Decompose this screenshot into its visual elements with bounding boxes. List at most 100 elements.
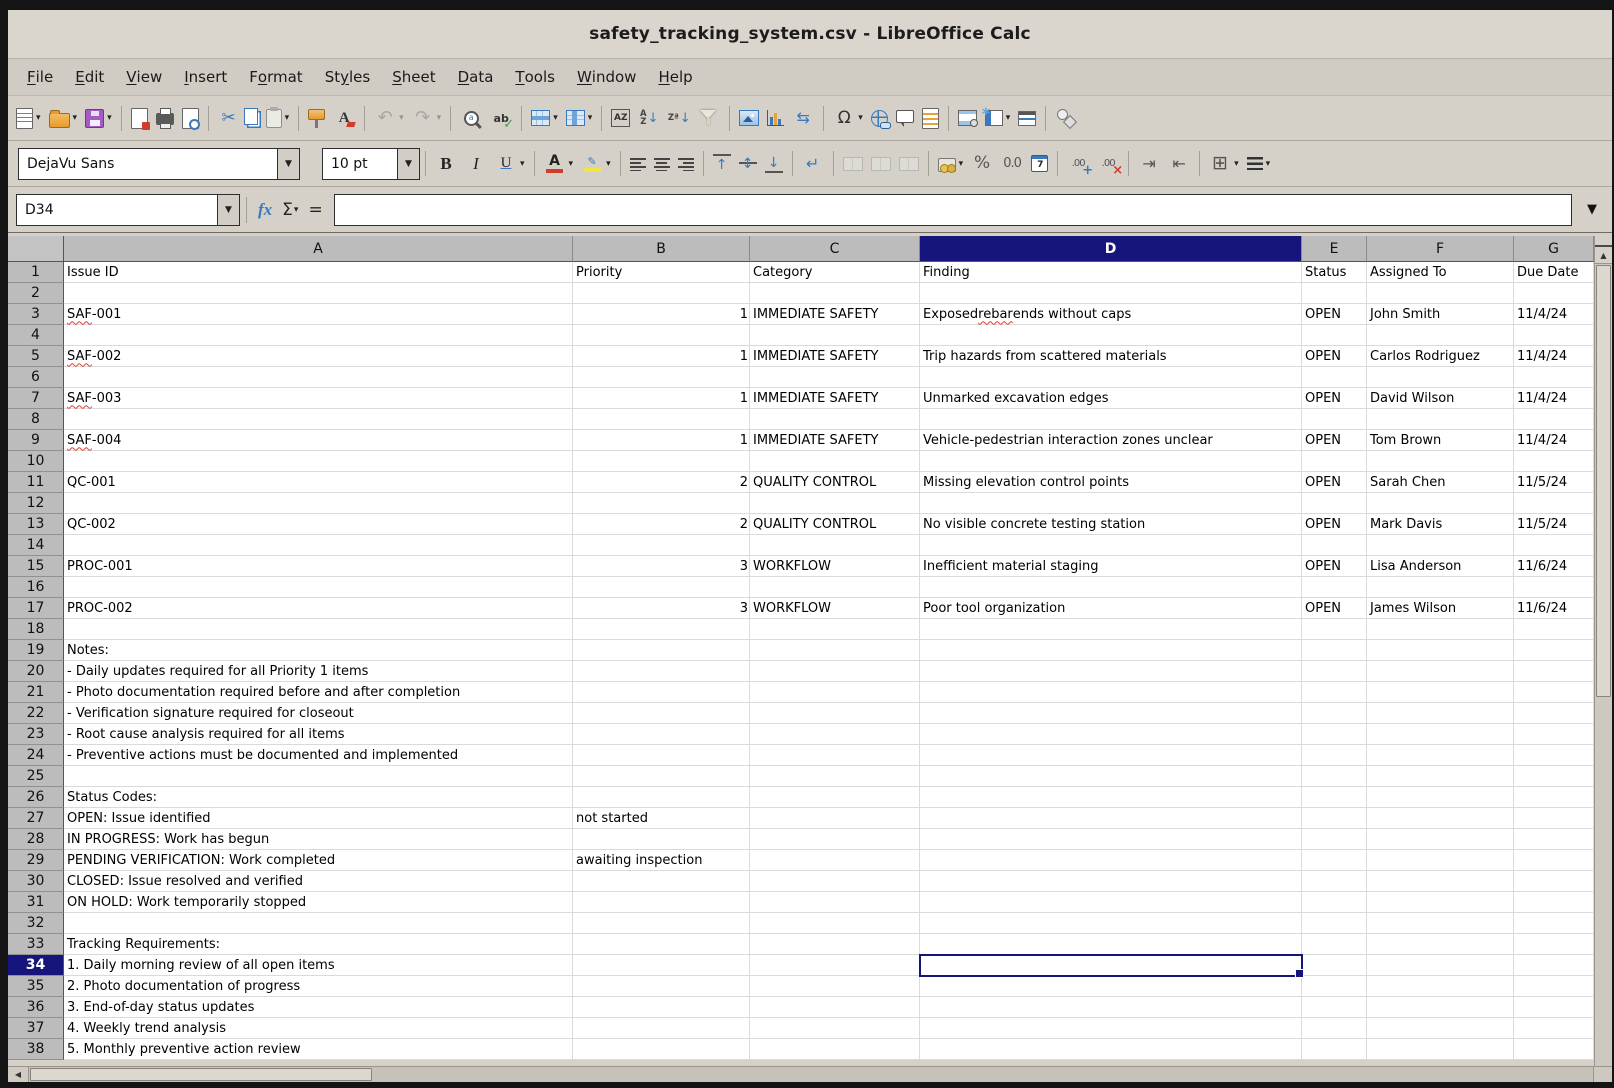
cell-A10[interactable]: [64, 451, 573, 472]
cut-button[interactable]: ✂: [214, 100, 244, 136]
cell-B4[interactable]: [573, 325, 750, 346]
cell-D36[interactable]: [920, 997, 1302, 1018]
cell-D26[interactable]: [920, 787, 1302, 808]
cell-A8[interactable]: [64, 409, 573, 430]
export-pdf-button[interactable]: [127, 100, 152, 136]
menu-insert[interactable]: Insert: [173, 59, 238, 95]
cell-C15[interactable]: WORKFLOW: [750, 556, 920, 577]
italic-button[interactable]: I: [461, 146, 491, 182]
cell-B17[interactable]: 3: [573, 598, 750, 619]
cell-F7[interactable]: David Wilson: [1367, 388, 1514, 409]
scroll-up-button[interactable]: ▲: [1595, 247, 1612, 264]
menu-tools[interactable]: Tools: [504, 59, 566, 95]
cell-E37[interactable]: [1302, 1018, 1367, 1039]
font-color-button[interactable]: A▾: [540, 146, 578, 182]
row-header-30[interactable]: 30: [8, 871, 64, 892]
cell-C1[interactable]: Category: [750, 262, 920, 283]
row-header-13[interactable]: 13: [8, 514, 64, 535]
dropdown-arrow-icon[interactable]: ▾: [73, 113, 78, 123]
v-scroll-thumb[interactable]: [1596, 265, 1611, 697]
cell-E14[interactable]: [1302, 535, 1367, 556]
cell-F19[interactable]: [1367, 640, 1514, 661]
cell-A19[interactable]: Notes:: [64, 640, 573, 661]
row-header-32[interactable]: 32: [8, 913, 64, 934]
cell-F9[interactable]: Tom Brown: [1367, 430, 1514, 451]
cell-C2[interactable]: [750, 283, 920, 304]
cell-E4[interactable]: [1302, 325, 1367, 346]
cell-B37[interactable]: [573, 1018, 750, 1039]
cell-F29[interactable]: [1367, 850, 1514, 871]
cell-G29[interactable]: [1514, 850, 1594, 871]
cell-A33[interactable]: Tracking Requirements:: [64, 934, 573, 955]
dropdown-arrow-icon[interactable]: ▾: [553, 113, 558, 123]
cell-C6[interactable]: [750, 367, 920, 388]
cell-B15[interactable]: 3: [573, 556, 750, 577]
cell-E36[interactable]: [1302, 997, 1367, 1018]
dropdown-arrow-icon[interactable]: ▾: [294, 205, 299, 215]
cell-A27[interactable]: OPEN: Issue identified: [64, 808, 573, 829]
menu-help[interactable]: Help: [647, 59, 703, 95]
row-header-24[interactable]: 24: [8, 745, 64, 766]
cell-G33[interactable]: [1514, 934, 1594, 955]
cell-E8[interactable]: [1302, 409, 1367, 430]
cell-F26[interactable]: [1367, 787, 1514, 808]
cell-B7[interactable]: 1: [573, 388, 750, 409]
cell-B38[interactable]: [573, 1039, 750, 1060]
cell-A36[interactable]: 3. End-of-day status updates: [64, 997, 573, 1018]
cell-G30[interactable]: [1514, 871, 1594, 892]
cell-G13[interactable]: 11/5/24: [1514, 514, 1594, 535]
cell-A24[interactable]: - Preventive actions must be documented …: [64, 745, 573, 766]
cell-D5[interactable]: Trip hazards from scattered materials: [920, 346, 1302, 367]
formula-input[interactable]: [334, 194, 1572, 226]
cell-B23[interactable]: [573, 724, 750, 745]
cell-B19[interactable]: [573, 640, 750, 661]
cell-E38[interactable]: [1302, 1039, 1367, 1060]
cell-D8[interactable]: [920, 409, 1302, 430]
cell-F1[interactable]: Assigned To: [1367, 262, 1514, 283]
cell-C28[interactable]: [750, 829, 920, 850]
cell-B6[interactable]: [573, 367, 750, 388]
vertical-scrollbar[interactable]: ▲: [1594, 236, 1612, 1066]
row-header-29[interactable]: 29: [8, 850, 64, 871]
column-header-D[interactable]: D: [920, 236, 1302, 262]
cell-A11[interactable]: QC-001: [64, 472, 573, 493]
cell-C5[interactable]: IMMEDIATE SAFETY: [750, 346, 920, 367]
row-header-10[interactable]: 10: [8, 451, 64, 472]
cell-B16[interactable]: [573, 577, 750, 598]
row-header-27[interactable]: 27: [8, 808, 64, 829]
cell-D33[interactable]: [920, 934, 1302, 955]
cell-B22[interactable]: [573, 703, 750, 724]
cell-F27[interactable]: [1367, 808, 1514, 829]
cell-C3[interactable]: IMMEDIATE SAFETY: [750, 304, 920, 325]
cell-C16[interactable]: [750, 577, 920, 598]
cell-C7[interactable]: IMMEDIATE SAFETY: [750, 388, 920, 409]
cell-A32[interactable]: [64, 913, 573, 934]
special-character-button[interactable]: Ω▾: [829, 100, 867, 136]
cell-E13[interactable]: OPEN: [1302, 514, 1367, 535]
save-button[interactable]: ▾: [81, 100, 116, 136]
hyperlink-button[interactable]: [867, 100, 892, 136]
cell-F35[interactable]: [1367, 976, 1514, 997]
wrap-text-button[interactable]: ↵: [798, 146, 828, 182]
cell-A14[interactable]: [64, 535, 573, 556]
cell-F36[interactable]: [1367, 997, 1514, 1018]
cell-A17[interactable]: PROC-002: [64, 598, 573, 619]
cell-G31[interactable]: [1514, 892, 1594, 913]
cell-A12[interactable]: [64, 493, 573, 514]
cell-C11[interactable]: QUALITY CONTROL: [750, 472, 920, 493]
menu-format[interactable]: Format: [238, 59, 313, 95]
cell-C29[interactable]: [750, 850, 920, 871]
cell-C10[interactable]: [750, 451, 920, 472]
cell-A5[interactable]: SAF-002: [64, 346, 573, 367]
cell-E16[interactable]: [1302, 577, 1367, 598]
dropdown-arrow-icon[interactable]: ▾: [36, 113, 41, 123]
horizontal-scrollbar[interactable]: ◀: [8, 1066, 1593, 1082]
split-window-button[interactable]: [1014, 100, 1040, 136]
cell-D11[interactable]: Missing elevation control points: [920, 472, 1302, 493]
cell-B13[interactable]: 2: [573, 514, 750, 535]
cell-F38[interactable]: [1367, 1039, 1514, 1060]
cell-A2[interactable]: [64, 283, 573, 304]
cell-B24[interactable]: [573, 745, 750, 766]
cell-E29[interactable]: [1302, 850, 1367, 871]
currency-format-button[interactable]: ▾: [934, 146, 968, 182]
